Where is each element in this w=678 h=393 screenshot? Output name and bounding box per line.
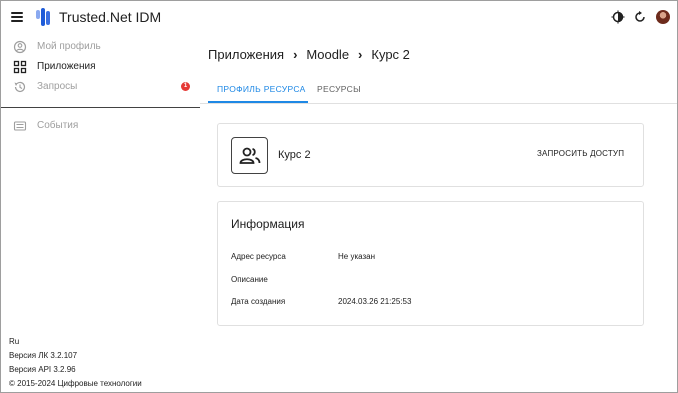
group-icon — [239, 147, 260, 164]
resource-header-card: Курс 2 ЗАПРОСИТЬ ДОСТУП — [217, 123, 644, 187]
info-value-address: Не указан — [338, 252, 376, 261]
sidebar-item-applications[interactable]: Приложения — [1, 57, 200, 77]
sidebar: Мой профиль Приложения Запросы 1 События… — [1, 34, 200, 392]
tab-resources[interactable]: РЕСУРСЫ — [317, 84, 361, 94]
sidebar-item-label: Запросы — [37, 81, 78, 92]
request-access-button[interactable]: ЗАПРОСИТЬ ДОСТУП — [537, 149, 624, 158]
account-circle-icon — [13, 40, 27, 54]
breadcrumb-current: Курс 2 — [371, 47, 410, 62]
list-icon — [13, 121, 27, 131]
refresh-icon[interactable] — [633, 10, 647, 24]
lk-version: Версия ЛК 3.2.107 — [9, 351, 78, 360]
api-version: Версия API 3.2.96 — [9, 365, 76, 374]
chevron-right-icon: › — [358, 47, 363, 62]
user-avatar[interactable] — [656, 10, 670, 24]
menu-icon[interactable] — [11, 10, 25, 24]
sidebar-item-events[interactable]: События — [1, 116, 200, 136]
trusted-net-logo-icon — [36, 8, 50, 26]
top-app-bar: Trusted.Net IDM — [1, 1, 677, 33]
info-label-created: Дата создания — [231, 297, 286, 306]
copyright: © 2015-2024 Цифровые технологии — [9, 379, 142, 388]
sidebar-item-label: Приложения — [37, 61, 96, 72]
tabs-divider — [200, 103, 677, 104]
sidebar-item-my-profile[interactable]: Мой профиль — [1, 37, 200, 57]
history-icon — [14, 81, 26, 93]
info-label-description: Описание — [231, 275, 268, 284]
breadcrumb-moodle[interactable]: Moodle — [306, 47, 349, 62]
resource-name: Курс 2 — [278, 149, 311, 161]
sidebar-divider — [1, 107, 200, 108]
sidebar-item-label: Мой профиль — [37, 41, 101, 52]
chevron-right-icon: › — [293, 47, 298, 62]
breadcrumb: Приложения › Moodle › Курс 2 — [208, 47, 410, 62]
breadcrumb-applications[interactable]: Приложения — [208, 47, 284, 62]
sidebar-item-requests[interactable]: Запросы 1 — [1, 77, 200, 97]
info-value-created: 2024.03.26 21:25:53 — [338, 297, 412, 306]
app-title: Trusted.Net IDM — [59, 9, 162, 25]
info-card: Информация Адрес ресурса Не указан Описа… — [217, 201, 644, 326]
tab-resource-profile[interactable]: ПРОФИЛЬ РЕСУРСА — [217, 84, 306, 94]
apps-grid-icon — [13, 60, 27, 74]
language-label[interactable]: Ru — [9, 335, 142, 349]
theme-toggle-icon[interactable] — [611, 10, 625, 24]
info-label-address: Адрес ресурса — [231, 252, 286, 261]
sidebar-footer: Ru Версия ЛК 3.2.107 Версия API 3.2.96 ©… — [9, 335, 142, 391]
resource-avatar — [231, 137, 268, 174]
requests-count-badge: 1 — [181, 82, 190, 91]
sidebar-item-label: События — [37, 120, 79, 131]
tabs: ПРОФИЛЬ РЕСУРСА РЕСУРСЫ — [208, 76, 677, 104]
info-title: Информация — [231, 217, 305, 231]
